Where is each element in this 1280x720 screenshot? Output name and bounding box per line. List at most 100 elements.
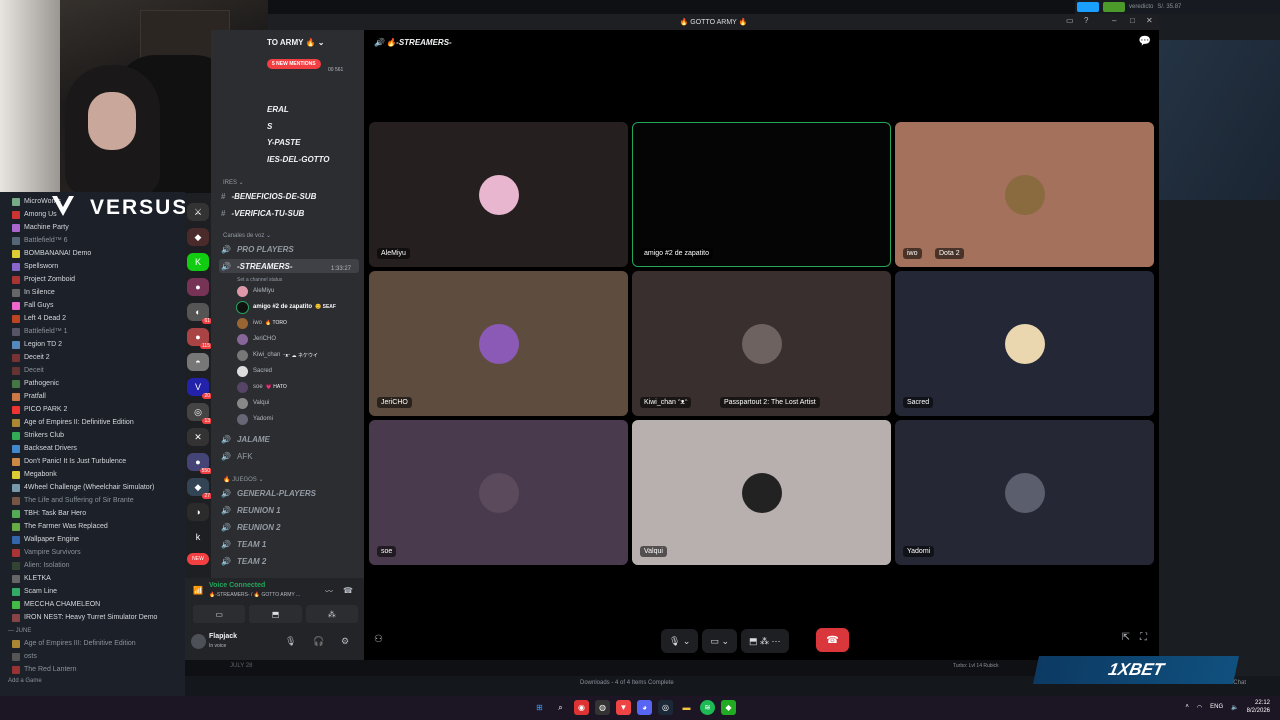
server-icon[interactable]: ◓	[187, 353, 209, 371]
voice-channel-name[interactable]: 🔥-STREAMERS- / 🔥 GOTTO ARMY ...	[209, 592, 300, 598]
inbox-icon[interactable]: ▭	[1066, 16, 1074, 25]
minimize-icon[interactable]: –	[1112, 16, 1116, 25]
game-list-item[interactable]: Wallpaper Engine	[0, 533, 185, 546]
game-voice-channel[interactable]: 🔊 TEAM 1	[221, 537, 266, 551]
video-tile[interactable]: Valqui	[632, 420, 891, 565]
volume-icon[interactable]: 🔈	[1231, 704, 1238, 711]
share-screen-button[interactable]: ⬒ ⁂ ⋯	[741, 629, 789, 653]
username[interactable]: Flapjack	[209, 633, 237, 640]
disconnect-icon[interactable]: ☎	[343, 586, 353, 595]
game-list-item[interactable]: The Life and Suffering of Sir Brante	[0, 494, 185, 507]
game-list-item[interactable]: Don't Panic! It Is Just Turbulence	[0, 455, 185, 468]
game-list-item[interactable]: Age of Empires II: Definitive Edition	[0, 416, 185, 429]
channel-status-hint[interactable]: Set a channel status	[237, 277, 282, 283]
clock[interactable]: 22:12 8/2/2026	[1247, 699, 1270, 715]
game-list-item[interactable]: Left 4 Dead 2	[0, 312, 185, 325]
app-icon[interactable]: ◆	[721, 700, 736, 715]
downloads-status[interactable]: Downloads - 4 of 4 Items Complete	[580, 680, 674, 686]
new-server-badge[interactable]: NEW	[187, 553, 209, 565]
new-mentions-badge[interactable]: 5 NEW MENTIONS	[267, 59, 321, 69]
text-channel[interactable]: IES-DEL-GOTTO	[267, 152, 330, 166]
voice-user[interactable]: soe 💗 HATO	[237, 380, 287, 394]
signal-icon[interactable]: 📶	[193, 586, 203, 595]
voice-user[interactable]: amigo #2 de zapatito 😊 SEAF	[236, 300, 336, 314]
channel-afk[interactable]: 🔊 AFK	[221, 449, 253, 463]
video-tile[interactable]: iwo Dota 2	[895, 122, 1154, 267]
mic-icon[interactable]: 🎙	[285, 636, 296, 647]
server-icon[interactable]: K	[187, 253, 209, 271]
game-list-item[interactable]: Machine Party	[0, 221, 185, 234]
activity-badge[interactable]: Passpartout 2: The Lost Artist	[720, 397, 820, 408]
game-list-item[interactable]: osts	[0, 650, 185, 663]
server-icon[interactable]: k	[187, 528, 209, 546]
steam-icon[interactable]: ◎	[658, 700, 673, 715]
video-tile[interactable]: Sacred	[895, 271, 1154, 416]
category-ires[interactable]: IRES ⌄	[223, 179, 244, 186]
wifi-icon[interactable]: ◠	[1197, 704, 1202, 711]
camera-toggle-button[interactable]: ▭ ⌄	[702, 629, 738, 653]
server-icon[interactable]: ✕	[187, 428, 209, 446]
game-list-item[interactable]: BOMBANANA! Demo	[0, 247, 185, 260]
game-list-item[interactable]: Deceit	[0, 364, 185, 377]
game-list-item[interactable]: 4Wheel Challenge (Wheelchair Simulator)	[0, 481, 185, 494]
server-icon[interactable]: ⚔	[187, 203, 209, 221]
game-voice-channel[interactable]: 🔊 REUNION 2	[221, 520, 281, 534]
voice-user[interactable]: Kiwi_chan ᵔᴥᵔ ☁ ネケウイ	[237, 348, 318, 362]
fullscreen-icon[interactable]: ⛶	[1140, 632, 1147, 643]
game-list-item[interactable]: KLETKA	[0, 572, 185, 585]
channel-jalame[interactable]: 🔊 JALAME	[221, 432, 270, 446]
game-list-item[interactable]: Strikers Club	[0, 429, 185, 442]
activity-badge[interactable]: Dota 2	[935, 248, 964, 259]
notification-icon[interactable]	[1077, 2, 1099, 12]
voice-connected-status[interactable]: Voice Connected	[209, 582, 265, 589]
headphones-icon[interactable]: 🎧	[313, 636, 324, 647]
video-tile[interactable]: soe	[369, 420, 628, 565]
game-list-item[interactable]: Age of Empires III: Definitive Edition	[0, 637, 185, 650]
game-list-item[interactable]: Project Zomboid	[0, 273, 185, 286]
settings-icon[interactable]: ⚙	[341, 636, 349, 647]
folder-icon[interactable]: ▬	[679, 700, 694, 715]
obs-icon[interactable]: ◍	[595, 700, 610, 715]
game-list-item[interactable]: Scam Line	[0, 585, 185, 598]
channel-pro-players[interactable]: 🔊 PRO PLAYERS	[221, 242, 294, 256]
close-icon[interactable]: ✕	[1146, 16, 1153, 25]
game-list-item[interactable]: Pratfall	[0, 390, 185, 403]
video-tile[interactable]: AleMiyu	[369, 122, 628, 267]
video-tile[interactable]: Kiwi_chan ᵔᴥᵔ Passpartout 2: The Lost Art…	[632, 271, 891, 416]
server-icon[interactable]: ● 115	[187, 328, 212, 349]
server-name[interactable]: TO ARMY 🔥 ⌄	[211, 30, 364, 54]
start-icon[interactable]: ⊞	[532, 700, 547, 715]
game-list-item[interactable]: MECCHA CHAMELEON	[0, 598, 185, 611]
tray-user[interactable]: veredicto	[1129, 4, 1153, 10]
chat-icon[interactable]: 💬	[1139, 36, 1151, 47]
voice-user[interactable]: Valqui	[237, 396, 269, 410]
text-channel[interactable]: # -BENEFICIOS-DE-SUB	[221, 189, 316, 203]
game-list-item[interactable]: Legion TD 2	[0, 338, 185, 351]
server-icon[interactable]: ● 550	[187, 453, 212, 474]
camera-button[interactable]: ▭	[193, 605, 246, 623]
chrome-icon[interactable]: ◉	[574, 700, 589, 715]
game-list-item[interactable]: Megabonk	[0, 468, 185, 481]
game-list-item[interactable]: Battlefield™ 1	[0, 325, 185, 338]
game-voice-channel[interactable]: 🔊 TEAM 2	[221, 554, 266, 568]
chevron-up-icon[interactable]: ˄	[1185, 704, 1189, 710]
video-tile[interactable]: amigo #2 de zapatito	[632, 122, 891, 267]
server-icon[interactable]: ◆ 27	[187, 478, 212, 499]
game-voice-channel[interactable]: 🔊 REUNION 1	[221, 503, 281, 517]
avatar[interactable]	[191, 634, 206, 649]
video-tile[interactable]: JeriCHO	[369, 271, 628, 416]
mute-button[interactable]: 🎙 ⌄	[661, 629, 699, 653]
game-list-item[interactable]: Spellsworn	[0, 260, 185, 273]
language-indicator[interactable]: ENG	[1210, 704, 1223, 710]
voice-user[interactable]: JeriCHO	[237, 332, 276, 346]
leave-call-button[interactable]: ☎	[816, 628, 849, 652]
invite-icon[interactable]: ⚇	[374, 634, 383, 645]
text-channel[interactable]: # -VERIFICA-TU-SUB	[221, 206, 304, 220]
search-icon[interactable]: ⌕	[553, 700, 568, 715]
voice-user[interactable]: Sacred	[237, 364, 272, 378]
popout-icon[interactable]: ⇱	[1122, 632, 1130, 643]
voice-user[interactable]: AleMiyu	[237, 284, 274, 298]
text-channel[interactable]: ERAL	[267, 102, 289, 116]
voice-user[interactable]: iwo 🔥 TORO	[237, 316, 287, 330]
game-list-item[interactable]: PICO PARK 2	[0, 403, 185, 416]
